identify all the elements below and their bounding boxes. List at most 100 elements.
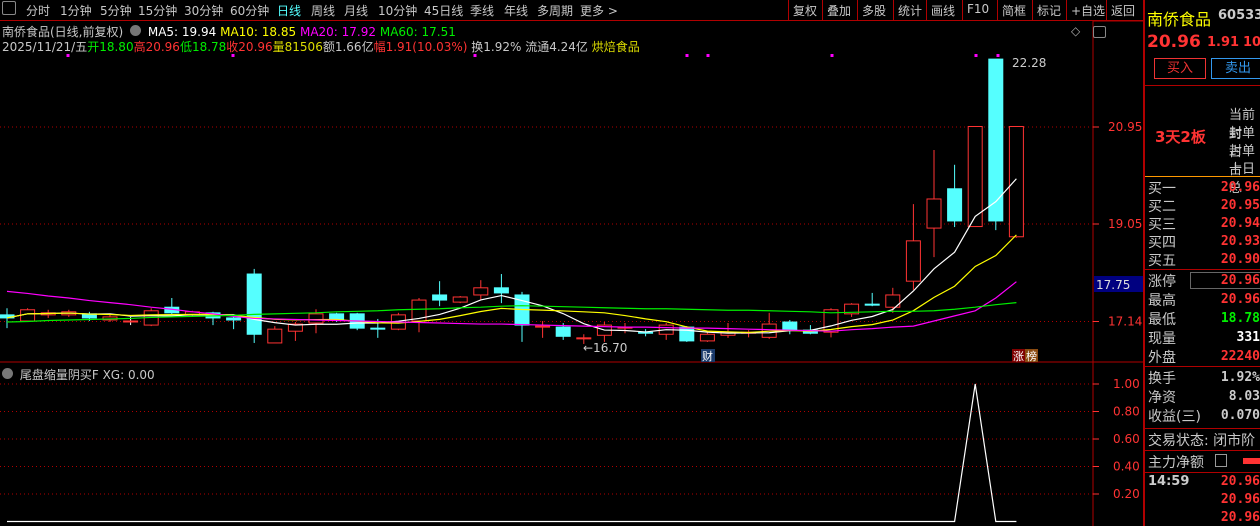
candle-body bbox=[947, 188, 963, 222]
quote-line: 2025/11/21/五开18.80高20.96低18.78收20.96量815… bbox=[2, 38, 640, 55]
candle-body bbox=[535, 325, 551, 328]
candle-body bbox=[864, 303, 880, 306]
bid-label: 买一 bbox=[1148, 181, 1176, 197]
bid-price: 20.90 bbox=[1220, 252, 1260, 267]
main-flow-label: 主力净额 bbox=[1148, 455, 1204, 471]
limit-badge-text: 涨 bbox=[1013, 350, 1024, 363]
stat-label: 外盘 bbox=[1148, 350, 1176, 366]
volume: 量81506 bbox=[272, 40, 323, 54]
candle-body bbox=[473, 287, 489, 296]
candle-body bbox=[782, 321, 798, 331]
candle-body bbox=[699, 333, 715, 342]
ma10-label: MA10: 18.85 bbox=[220, 25, 297, 39]
fin-value: 8.03 bbox=[1228, 389, 1260, 404]
limit-box bbox=[1190, 272, 1260, 289]
sector: 烘焙食品 bbox=[591, 40, 640, 54]
indicator-value: XG: 0.00 bbox=[102, 368, 155, 382]
candle-body bbox=[1008, 125, 1024, 238]
signal-marker bbox=[706, 54, 710, 57]
indicator-tick-label: 0.40 bbox=[1113, 460, 1140, 474]
stat-label: 涨停 bbox=[1148, 274, 1176, 290]
indicator-tick-label: 1.00 bbox=[1113, 377, 1140, 391]
fin-value: 1.92% bbox=[1220, 370, 1260, 385]
candle-body bbox=[246, 273, 262, 335]
xg-line bbox=[7, 383, 1017, 523]
signal-marker bbox=[830, 54, 834, 57]
fin-label: 换手 bbox=[1148, 371, 1176, 387]
board-count: 3天2板 bbox=[1155, 128, 1206, 146]
stock-name: 南侨食品 bbox=[1147, 10, 1212, 29]
tick-price: 20.96 bbox=[1220, 492, 1260, 507]
fin-value: 0.070 bbox=[1220, 408, 1260, 423]
high: 高20.96 bbox=[133, 40, 180, 54]
finance-badge-text: 财 bbox=[702, 349, 713, 363]
date: 2025/11/21/五 bbox=[2, 40, 88, 54]
price-tick-label: 20.95 bbox=[1108, 120, 1142, 134]
indicator-tick-label: 0.60 bbox=[1113, 432, 1140, 446]
indicator-tick-label: 0.80 bbox=[1113, 405, 1140, 419]
list-icon[interactable] bbox=[1215, 454, 1227, 467]
indicator-tick-label: 0.20 bbox=[1113, 487, 1140, 501]
candle-body bbox=[967, 125, 983, 228]
close: 收20.96 bbox=[226, 40, 273, 54]
candle-body bbox=[926, 198, 942, 229]
price-tick-label: 19.05 bbox=[1108, 217, 1142, 231]
limit-badge-text: 榜 bbox=[1026, 349, 1037, 363]
stat-value: 22240 bbox=[1220, 349, 1260, 364]
candle-body bbox=[679, 326, 695, 342]
bid-price: 20.96 bbox=[1220, 180, 1260, 195]
current-price-label: 17.75 bbox=[1096, 278, 1130, 292]
candle-body bbox=[226, 317, 242, 321]
ma20-label: MA20: 17.92 bbox=[299, 25, 377, 39]
dropdown-icon[interactable] bbox=[130, 25, 142, 36]
high-annotation: 22.28 bbox=[1012, 56, 1046, 70]
candle-body bbox=[452, 296, 468, 303]
signal-marker bbox=[974, 54, 978, 57]
float-cap: 流通4.24亿 bbox=[525, 40, 588, 54]
candle-body bbox=[308, 313, 324, 324]
stat-value: 331 bbox=[1236, 330, 1260, 345]
fin-label: 净资 bbox=[1148, 390, 1176, 406]
tick-price: 20.96 bbox=[1220, 474, 1260, 489]
candle-body bbox=[123, 320, 139, 323]
stat-label: 最低 bbox=[1148, 312, 1176, 328]
kline-chart[interactable]: 20.95 19.05 17.14 17.75 22.28 ←16.70 财 涨榜 1.00 0.… bbox=[0, 0, 1143, 526]
price-change: 1.91 bbox=[1207, 35, 1240, 50]
price-pct: 10. bbox=[1243, 35, 1260, 50]
low: 低18.78 bbox=[179, 40, 227, 54]
stat-value: 20.96 bbox=[1220, 292, 1260, 307]
ma5-line bbox=[6, 178, 1017, 334]
panel-toggle-icon[interactable] bbox=[1093, 26, 1106, 38]
tick-time: 14:59 bbox=[1148, 474, 1190, 489]
ma60-label: MA60: 17.51 bbox=[379, 25, 456, 39]
candle-body bbox=[267, 328, 283, 344]
candle-body bbox=[905, 240, 921, 282]
indicator-header: 尾盘缩量阴买F XG: 0.00 bbox=[2, 366, 155, 383]
diamond-icon[interactable]: ◇ bbox=[1071, 24, 1080, 38]
candle-body bbox=[555, 326, 571, 337]
candle-body bbox=[370, 327, 386, 330]
dropdown-icon[interactable] bbox=[2, 368, 13, 379]
indicator-name: 尾盘缩量阴买F bbox=[19, 368, 99, 382]
fin-label: 收益(三) bbox=[1148, 409, 1201, 425]
bid-label: 买三 bbox=[1148, 217, 1176, 233]
candle-body bbox=[576, 337, 592, 340]
turnover: 换1.92% bbox=[471, 40, 522, 54]
amount: 额1.66亿 bbox=[322, 40, 374, 54]
trade-status: 交易状态: 闭市阶 bbox=[1148, 433, 1256, 449]
chart-title: 南侨食品(日线,前复权) bbox=[2, 25, 124, 39]
stat-value: 18.78 bbox=[1220, 311, 1260, 326]
last-price: 20.96 bbox=[1147, 32, 1201, 52]
candle-body bbox=[432, 294, 448, 301]
stat-label: 最高 bbox=[1148, 293, 1176, 309]
bid-label: 买五 bbox=[1148, 253, 1176, 269]
main-flow-bar bbox=[1243, 458, 1260, 464]
bid-label: 买二 bbox=[1148, 199, 1176, 215]
sell-button[interactable]: 卖出 bbox=[1211, 58, 1260, 79]
candle-body bbox=[493, 287, 509, 294]
low-annotation: ←16.70 bbox=[583, 341, 627, 355]
buy-button[interactable]: 买入 bbox=[1154, 58, 1206, 79]
ma5-label: MA5: 19.94 bbox=[147, 25, 217, 39]
open: 开18.80 bbox=[87, 40, 134, 54]
price-tick-label: 17.14 bbox=[1108, 315, 1142, 329]
